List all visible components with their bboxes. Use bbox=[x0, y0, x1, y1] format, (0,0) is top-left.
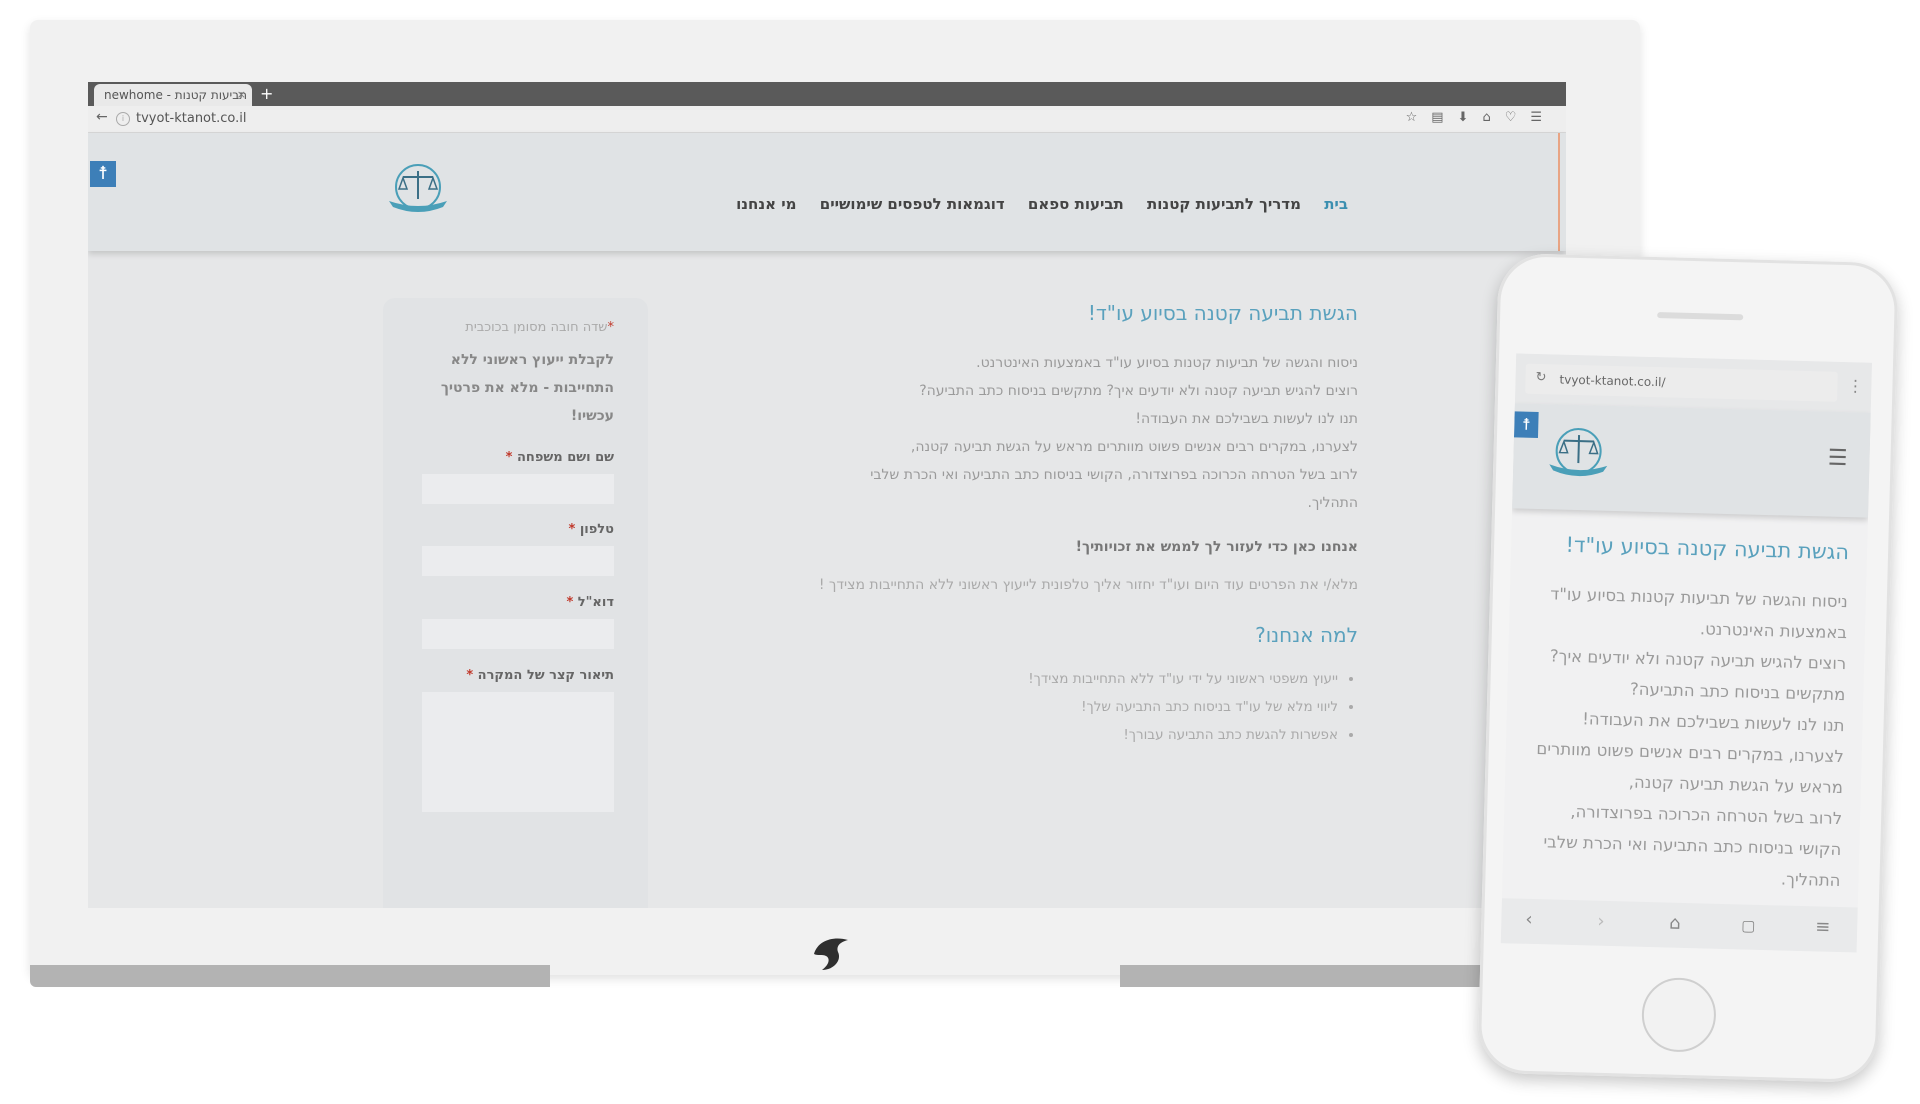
nav-item-about[interactable]: מי אנחנו bbox=[736, 195, 796, 213]
benefits-list: ייעוץ משפטי ראשוני על ידי עו"ד ללא התחיי… bbox=[648, 665, 1358, 749]
required-star: * bbox=[466, 668, 474, 683]
web-page: ☨ בית מדריך לתביעות קטנות תביעות ספאם דו… bbox=[88, 133, 1566, 908]
mobile-url-box[interactable]: ↻ tvyot-ktanot.co.il/ bbox=[1525, 363, 1838, 402]
highlight-line: אנחנו כאן כדי לעזור לך לממש את זכויותיך! bbox=[1075, 539, 1358, 555]
reload-icon[interactable]: ↻ bbox=[1535, 370, 1546, 385]
form-intro: לקבלת ייעוץ ראשוני ללא התחייבות - מלא את… bbox=[440, 352, 614, 424]
name-label: שם ושם משפחה * bbox=[506, 450, 614, 465]
paragraph-line: התהליך. bbox=[1307, 495, 1358, 511]
back-arrow-icon[interactable]: ‹ bbox=[1525, 909, 1533, 930]
desktop-monitor-mockup: newhome - תביעות קטנות × + ← i tvyot-kta… bbox=[30, 20, 1640, 987]
menu-icon[interactable]: ≡ bbox=[1815, 916, 1831, 937]
browser-tab[interactable]: newhome - תביעות קטנות × bbox=[94, 84, 252, 106]
site-header: ☨ בית מדריך לתביעות קטנות תביעות ספאם דו… bbox=[88, 133, 1566, 251]
why-us-heading: למה אנחנו? bbox=[1255, 623, 1358, 647]
call-to-action-text: מלא/י את הפרטים עוד היום ועו"ד יחזור אלי… bbox=[818, 577, 1358, 593]
main-content: הגשת תביעה קטנה בסיוע עו"ד! ניסוח והגשה … bbox=[648, 301, 1358, 749]
list-item: ליווי מלא של עו"ד בניסוח כתב התביעה שלך! bbox=[648, 693, 1338, 721]
page-title: הגשת תביעה קטנה בסיוע עו"ד! bbox=[1087, 301, 1358, 325]
mobile-bottom-bar: ‹ › ⌂ ▢ ≡ bbox=[1500, 898, 1858, 953]
scales-of-justice-logo[interactable] bbox=[383, 161, 453, 217]
desktop-screen: newhome - תביעות קטנות × + ← i tvyot-kta… bbox=[88, 82, 1566, 908]
scales-of-justice-logo[interactable] bbox=[1543, 424, 1614, 482]
mobile-site-header: ☨ ☰ bbox=[1512, 403, 1871, 518]
name-field[interactable] bbox=[422, 474, 614, 504]
paragraph-line: לצערנו, במקרים רבים אנשים פשוט מוותרים מ… bbox=[910, 439, 1358, 455]
new-tab-icon[interactable]: + bbox=[260, 83, 273, 105]
accessibility-icon[interactable]: ☨ bbox=[90, 161, 116, 187]
home-icon[interactable]: ⌂ bbox=[1669, 913, 1681, 934]
browser-tabstrip: newhome - תביעות קטנות × + bbox=[88, 82, 1566, 106]
paragraph-line: ניסוח והגשה של תביעות קטנות בסיוע עו"ד ב… bbox=[976, 355, 1358, 371]
description-textarea[interactable] bbox=[422, 692, 614, 812]
url-input[interactable]: tvyot-ktanot.co.il bbox=[136, 111, 246, 126]
name-label-text: שם ושם משפחה bbox=[516, 450, 614, 465]
description-label-text: תיאור קצר של המקרה bbox=[477, 668, 614, 683]
phone-speaker bbox=[1657, 312, 1744, 321]
required-note-text: שדה חובה מסומן בכוכבית bbox=[465, 320, 608, 335]
nav-item-spam[interactable]: תביעות ספאם bbox=[1028, 195, 1124, 213]
info-icon[interactable]: i bbox=[116, 112, 130, 126]
nav-item-home[interactable]: בית bbox=[1324, 195, 1348, 213]
main-nav: בית מדריך לתביעות קטנות תביעות ספאם דוגמ… bbox=[668, 195, 1348, 213]
tabs-icon[interactable]: ▢ bbox=[1741, 916, 1756, 934]
required-star: * bbox=[505, 450, 513, 465]
email-label: דוא"ל * bbox=[566, 595, 614, 610]
phone-mockup: ↻ tvyot-ktanot.co.il/ ⋮ ☨ ☰ הגשת תביעה ק… bbox=[1477, 252, 1899, 1084]
forward-arrow-icon[interactable]: › bbox=[1597, 911, 1605, 932]
phone-label-text: טלפון bbox=[579, 522, 614, 537]
description-label: תיאור קצר של המקרה * bbox=[466, 668, 614, 683]
list-item: ייעוץ משפטי ראשוני על ידי עו"ד ללא התחיי… bbox=[648, 665, 1338, 693]
back-arrow-icon[interactable]: ← bbox=[96, 109, 108, 125]
browser-url-bar: ← i tvyot-ktanot.co.il ☆▤⬇⌂♡☰ bbox=[88, 106, 1566, 133]
required-star: * bbox=[568, 522, 576, 537]
required-note: *שדה חובה מסומן בכוכבית bbox=[465, 320, 614, 335]
paragraph-line: תנו לנו לעשות בשבילכם את העבודה! bbox=[1135, 411, 1358, 427]
phone-home-button[interactable] bbox=[1640, 976, 1717, 1053]
required-star: * bbox=[607, 320, 615, 335]
browser-toolbar-icons[interactable]: ☆▤⬇⌂♡☰ bbox=[1406, 110, 1556, 125]
nav-item-guide[interactable]: מדריך לתביעות קטנות bbox=[1147, 195, 1301, 213]
email-label-text: דוא"ל bbox=[577, 595, 614, 610]
email-field[interactable] bbox=[422, 619, 614, 649]
monitor-brand-logo bbox=[814, 938, 848, 970]
scrollbar-accent bbox=[1558, 133, 1560, 251]
accessibility-icon[interactable]: ☨ bbox=[1513, 411, 1539, 438]
list-item: אפשרות להגשת כתב התביעה עבורך! bbox=[648, 721, 1338, 749]
more-options-icon[interactable]: ⋮ bbox=[1847, 376, 1863, 395]
phone-screen: ↻ tvyot-ktanot.co.il/ ⋮ ☨ ☰ הגשת תביעה ק… bbox=[1500, 353, 1873, 953]
contact-form: *שדה חובה מסומן בכוכבית לקבלת ייעוץ ראשו… bbox=[383, 298, 648, 908]
tab-title: newhome - תביעות קטנות bbox=[104, 88, 248, 102]
mobile-url-input[interactable]: tvyot-ktanot.co.il/ bbox=[1559, 373, 1665, 390]
paragraph-line: רוצים להגיש תביעה קטנה ולא יודעים איך? מ… bbox=[919, 383, 1358, 399]
nav-item-forms[interactable]: דוגמאות לטפסים שימושיים bbox=[820, 195, 1005, 213]
phone-label: טלפון * bbox=[568, 522, 614, 537]
mobile-page-title: הגשת תביעה קטנה בסיוע עו"ד! bbox=[1565, 532, 1850, 565]
phone-field[interactable] bbox=[422, 546, 614, 576]
tab-close-icon[interactable]: × bbox=[237, 84, 246, 106]
hamburger-menu-icon[interactable]: ☰ bbox=[1827, 446, 1847, 472]
monitor-base-left bbox=[30, 965, 550, 987]
paragraph-line: לרוב בשל הטרחה הכרוכה בפרוצדורה, הקושי ב… bbox=[870, 467, 1358, 483]
required-star: * bbox=[566, 595, 574, 610]
mobile-main-content: הגשת תביעה קטנה בסיוע עו"ד! ניסוח והגשה … bbox=[1520, 532, 1849, 896]
